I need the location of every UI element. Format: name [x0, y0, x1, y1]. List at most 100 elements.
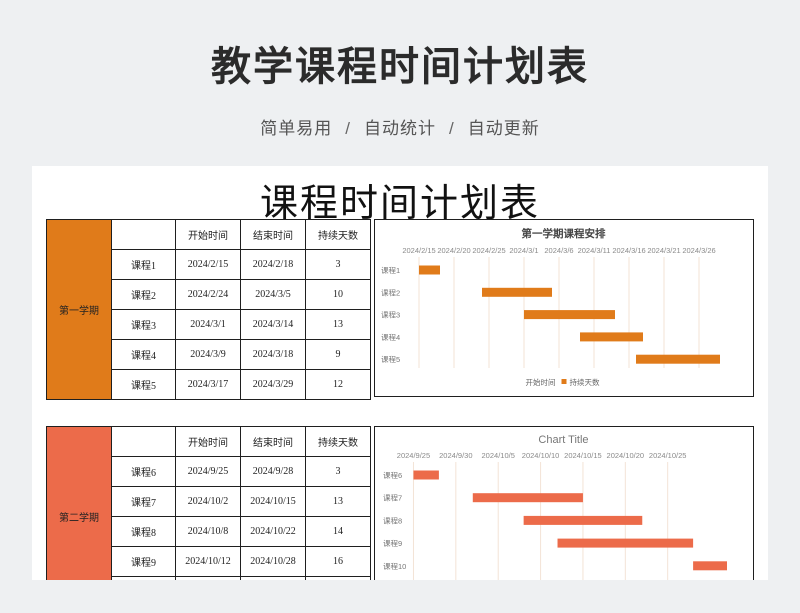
column-header-start: 开始时间 — [175, 426, 241, 457]
start-date: 2024/3/1 — [175, 309, 241, 340]
duration-days: 3 — [305, 456, 371, 487]
legend-swatch — [561, 379, 567, 384]
y-category-label: 课程4 — [381, 333, 400, 342]
spreadsheet-preview: 课程时间计划表 第一学期 开始时间 结束时间 持续天数 课程1 2024/2/1… — [32, 166, 768, 580]
column-header-course — [111, 426, 176, 457]
column-header-days: 持续天数 — [305, 219, 371, 250]
end-date: 2024/10/15 — [240, 486, 306, 517]
gantt-bar — [413, 470, 439, 480]
course-name: 课程3 — [111, 309, 176, 340]
gantt-bar — [557, 538, 694, 548]
y-category-label: 课程9 — [383, 539, 402, 548]
separator: / — [345, 119, 351, 138]
y-category-label: 课程1 — [381, 266, 400, 275]
feature-auto-stats: 自动统计 — [364, 119, 436, 138]
gantt-bar — [524, 310, 615, 320]
start-date: 2024/10/12 — [175, 546, 241, 577]
end-date: 2024/2/18 — [240, 249, 306, 280]
course-name: 课程5 — [111, 369, 176, 400]
end-date: 2024/3/5 — [240, 279, 306, 310]
semester-2-table: 第二学期 开始时间 结束时间 持续天数 课程6 2024/9/25 2024/9… — [46, 426, 371, 580]
duration-days: 10 — [305, 279, 371, 310]
y-category-label: 课程7 — [383, 494, 402, 503]
semester-2-label: 第二学期 — [46, 426, 112, 580]
x-tick-label: 2024/3/1 — [509, 246, 538, 255]
legend-label: 持续天数 — [570, 377, 600, 387]
y-category-label: 课程3 — [381, 311, 400, 320]
x-tick-label: 2024/3/6 — [544, 246, 573, 255]
column-header-days: 持续天数 — [305, 426, 371, 457]
duration-days: 12 — [305, 369, 371, 400]
feature-auto-update: 自动更新 — [467, 119, 540, 138]
column-header-end: 结束时间 — [240, 219, 306, 250]
gantt-bar — [523, 515, 643, 525]
y-category-label: 课程5 — [381, 355, 400, 364]
end-date: 2024/3/29 — [240, 369, 306, 400]
end-date: 2024/9/28 — [240, 456, 306, 487]
duration-days: 3 — [305, 249, 371, 280]
x-tick-label: 2024/10/25 — [649, 451, 687, 460]
x-tick-label: 2024/2/25 — [472, 246, 505, 255]
x-tick-label: 2024/10/5 — [482, 451, 515, 460]
y-category-label: 课程6 — [383, 471, 402, 480]
x-tick-label: 2024/3/16 — [612, 246, 645, 255]
duration-days: 16 — [305, 546, 371, 577]
column-header-course — [111, 219, 176, 250]
separator: / — [449, 119, 455, 138]
gantt-bar — [693, 561, 727, 571]
duration-days: 14 — [305, 516, 371, 547]
course-name: 课程9 — [111, 546, 176, 577]
y-category-label: 课程2 — [381, 288, 400, 297]
gantt-bar — [580, 332, 643, 342]
x-tick-label: 2024/3/21 — [647, 246, 680, 255]
end-date: 2024/10/22 — [240, 516, 306, 547]
chart-title: Chart Title — [538, 434, 588, 446]
gantt-bar — [419, 265, 440, 275]
x-tick-label: 2024/9/30 — [439, 451, 472, 460]
x-tick-label: 2024/10/10 — [522, 451, 560, 460]
gantt-chart-svg: Chart Title 2024/9/25 2024/9/30 2024/10/5 20… — [383, 434, 727, 580]
end-date: 2024/10/28 — [240, 546, 306, 577]
semester-2-gantt-chart: Chart Title 2024/9/25 2024/9/30 2024/10/5 20… — [374, 426, 754, 580]
x-tick-label: 2024/2/15 — [402, 246, 435, 255]
table-header-row: 第一学期 开始时间 结束时间 持续天数 — [46, 219, 371, 400]
course-name: 课程4 — [111, 339, 176, 370]
x-tick-label: 2024/3/11 — [578, 246, 611, 255]
column-header-start: 开始时间 — [175, 219, 241, 250]
feature-tagline: 简单易用 / 自动统计 / 自动更新 — [0, 114, 800, 139]
course-name: 课程8 — [111, 516, 176, 547]
semester-1-table: 第一学期 开始时间 结束时间 持续天数 课程1 2024/2/15 2024/2… — [46, 219, 371, 400]
gantt-bar — [636, 354, 720, 364]
duration-days: 13 — [305, 486, 371, 517]
x-tick-label: 2024/2/20 — [437, 246, 470, 255]
start-date: 2024/2/15 — [175, 249, 241, 280]
start-date: 2024/3/17 — [175, 369, 241, 400]
duration-days: 9 — [305, 339, 371, 370]
start-date: 2024/10/8 — [175, 516, 241, 547]
course-name: 课程6 — [111, 456, 176, 487]
x-tick-label: 2024/3/26 — [682, 246, 715, 255]
x-tick-label: 2024/10/20 — [607, 451, 645, 460]
chart-title: 第一学期课程安排 — [522, 227, 606, 240]
semester-1-gantt-chart: 第一学期课程安排 2024/2/15 2024/2/20 2024/2/25 2024/… — [374, 219, 754, 397]
start-date: 2024/10/2 — [175, 486, 241, 517]
end-date: 2024/3/14 — [240, 309, 306, 340]
gantt-chart-svg: 第一学期课程安排 2024/2/15 2024/2/20 2024/2/25 2024/… — [381, 227, 720, 387]
x-tick-label: 2024/10/15 — [564, 451, 602, 460]
start-date: 2024/2/24 — [175, 279, 241, 310]
gantt-bar — [482, 287, 552, 297]
start-date: 2024/9/25 — [175, 456, 241, 487]
feature-easy: 简单易用 — [260, 119, 333, 138]
duration-days: 13 — [305, 309, 371, 340]
legend-label: 开始时间 — [526, 377, 556, 387]
y-category-label: 课程8 — [383, 516, 402, 525]
column-header-end: 结束时间 — [240, 426, 306, 457]
end-date: 2024/3/18 — [240, 339, 306, 370]
gantt-bar — [472, 493, 583, 503]
start-date: 2024/3/9 — [175, 339, 241, 370]
course-name: 课程7 — [111, 486, 176, 517]
page-title: 教学课程时间计划表 — [211, 45, 589, 89]
course-name: 课程1 — [111, 249, 176, 280]
table-header-row: 第二学期 开始时间 结束时间 持续天数 — [46, 426, 371, 580]
y-category-label: 课程10 — [383, 562, 406, 571]
